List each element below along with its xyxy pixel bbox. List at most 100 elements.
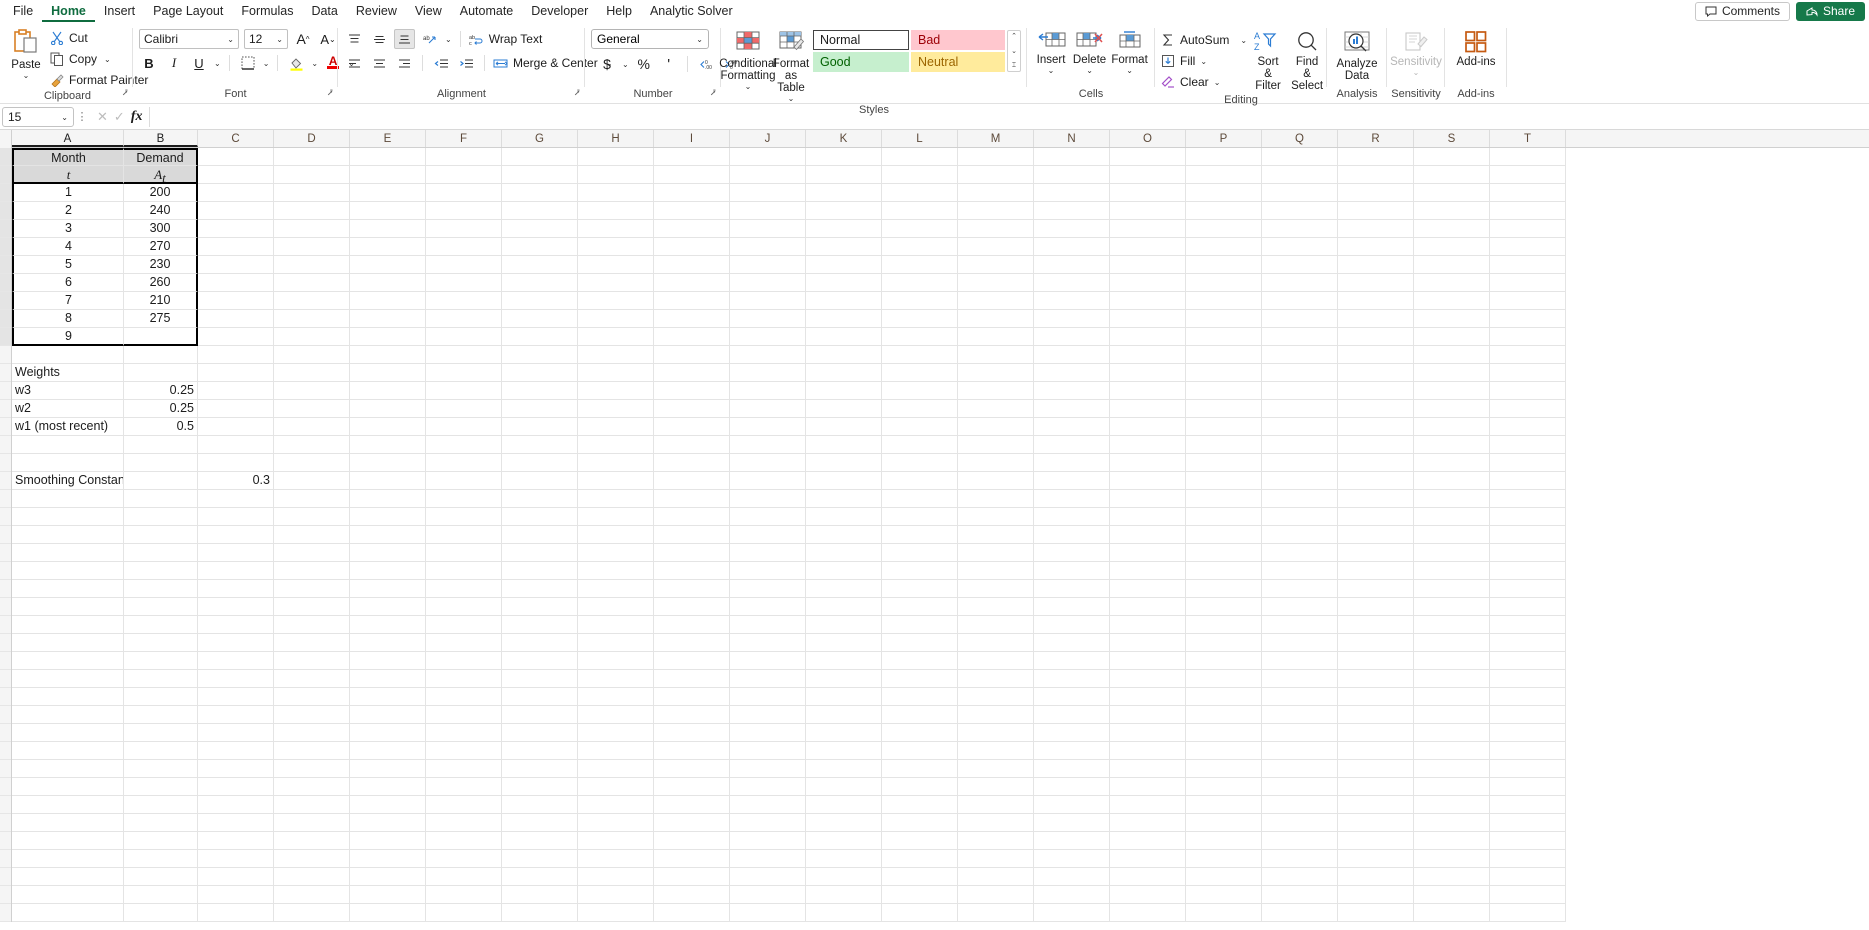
cell-G14[interactable] (502, 382, 578, 400)
cell-E30[interactable] (350, 670, 426, 688)
cell-E15[interactable] (350, 400, 426, 418)
cell-Q3[interactable] (1262, 184, 1338, 202)
cell-S12[interactable] (1414, 346, 1490, 364)
cell-O5[interactable] (1110, 220, 1186, 238)
row-header[interactable] (0, 868, 11, 886)
cell-P42[interactable] (1186, 886, 1262, 904)
cell-C43[interactable] (198, 904, 274, 922)
cell-I41[interactable] (654, 868, 730, 886)
row-header[interactable] (0, 148, 11, 166)
comments-button[interactable]: Comments (1694, 1, 1790, 21)
cell-R18[interactable] (1338, 454, 1414, 472)
cell-J25[interactable] (730, 580, 806, 598)
cell-A6[interactable]: 4 (12, 238, 124, 256)
cell-C20[interactable] (198, 490, 274, 508)
cell-F17[interactable] (426, 436, 502, 454)
cell-D13[interactable] (274, 364, 350, 382)
cell-O4[interactable] (1110, 202, 1186, 220)
cell-K34[interactable] (806, 742, 882, 760)
cell-K41[interactable] (806, 868, 882, 886)
tab-analytic-solver[interactable]: Analytic Solver (641, 1, 742, 22)
cell-C32[interactable] (198, 706, 274, 724)
cell-F40[interactable] (426, 850, 502, 868)
chevron-down-icon[interactable]: ⌄ (1214, 79, 1221, 87)
cell-O6[interactable] (1110, 238, 1186, 256)
alignment-dialog-launcher[interactable]: ⭷ (574, 86, 580, 102)
cell-B7[interactable]: 230 (124, 256, 198, 274)
cell-L22[interactable] (882, 526, 958, 544)
cell-A15[interactable]: w2 (12, 400, 124, 418)
chevron-up-icon[interactable]: ⌃ (1011, 32, 1017, 40)
row-header[interactable] (0, 634, 11, 652)
cell-G30[interactable] (502, 670, 578, 688)
cell-C26[interactable] (198, 598, 274, 616)
cell-A23[interactable] (12, 544, 124, 562)
find-and-select-button[interactable]: Find & Select (1289, 28, 1325, 94)
cell-P11[interactable] (1186, 328, 1262, 346)
cell-R25[interactable] (1338, 580, 1414, 598)
delete-cells-button[interactable]: Delete ⌄ (1071, 28, 1108, 76)
cell-H38[interactable] (578, 814, 654, 832)
cell-S41[interactable] (1414, 868, 1490, 886)
cell-C35[interactable] (198, 760, 274, 778)
cell-N24[interactable] (1034, 562, 1110, 580)
cell-style-normal[interactable]: Normal (813, 30, 909, 50)
cell-L35[interactable] (882, 760, 958, 778)
cell-O7[interactable] (1110, 256, 1186, 274)
cell-Q35[interactable] (1262, 760, 1338, 778)
cell-D36[interactable] (274, 778, 350, 796)
cell-M16[interactable] (958, 418, 1034, 436)
cell-I6[interactable] (654, 238, 730, 256)
cell-G13[interactable] (502, 364, 578, 382)
cell-N15[interactable] (1034, 400, 1110, 418)
cell-J7[interactable] (730, 256, 806, 274)
tab-page-layout[interactable]: Page Layout (144, 1, 232, 22)
cell-D42[interactable] (274, 886, 350, 904)
cell-F28[interactable] (426, 634, 502, 652)
cell-L30[interactable] (882, 670, 958, 688)
cell-T11[interactable] (1490, 328, 1566, 346)
cell-J17[interactable] (730, 436, 806, 454)
row-header[interactable] (0, 526, 11, 544)
cell-C1[interactable] (198, 148, 274, 166)
cell-B13[interactable] (124, 364, 198, 382)
chevron-down-icon[interactable]: ⌄ (1011, 47, 1017, 55)
cell-J33[interactable] (730, 724, 806, 742)
cell-C24[interactable] (198, 562, 274, 580)
cell-S22[interactable] (1414, 526, 1490, 544)
cell-G2[interactable] (502, 166, 578, 184)
cell-N43[interactable] (1034, 904, 1110, 922)
cell-C37[interactable] (198, 796, 274, 814)
cell-H33[interactable] (578, 724, 654, 742)
cell-L16[interactable] (882, 418, 958, 436)
cell-R20[interactable] (1338, 490, 1414, 508)
cell-N8[interactable] (1034, 274, 1110, 292)
cell-J11[interactable] (730, 328, 806, 346)
cell-R26[interactable] (1338, 598, 1414, 616)
cell-R43[interactable] (1338, 904, 1414, 922)
cell-P40[interactable] (1186, 850, 1262, 868)
cell-K4[interactable] (806, 202, 882, 220)
cell-S25[interactable] (1414, 580, 1490, 598)
cell-C39[interactable] (198, 832, 274, 850)
cell-K29[interactable] (806, 652, 882, 670)
cell-R36[interactable] (1338, 778, 1414, 796)
cell-Q19[interactable] (1262, 472, 1338, 490)
cell-Q43[interactable] (1262, 904, 1338, 922)
cell-K36[interactable] (806, 778, 882, 796)
cell-H27[interactable] (578, 616, 654, 634)
cell-Q18[interactable] (1262, 454, 1338, 472)
cell-I18[interactable] (654, 454, 730, 472)
cell-H19[interactable] (578, 472, 654, 490)
cell-O18[interactable] (1110, 454, 1186, 472)
cell-P2[interactable] (1186, 166, 1262, 184)
cell-D3[interactable] (274, 184, 350, 202)
cell-B26[interactable] (124, 598, 198, 616)
row-header[interactable] (0, 580, 11, 598)
align-center-button[interactable] (369, 53, 389, 73)
align-middle-button[interactable] (369, 29, 389, 49)
cell-C12[interactable] (198, 346, 274, 364)
increase-decimal-button[interactable]: 0.00 (696, 54, 716, 74)
cell-R38[interactable] (1338, 814, 1414, 832)
cell-K20[interactable] (806, 490, 882, 508)
